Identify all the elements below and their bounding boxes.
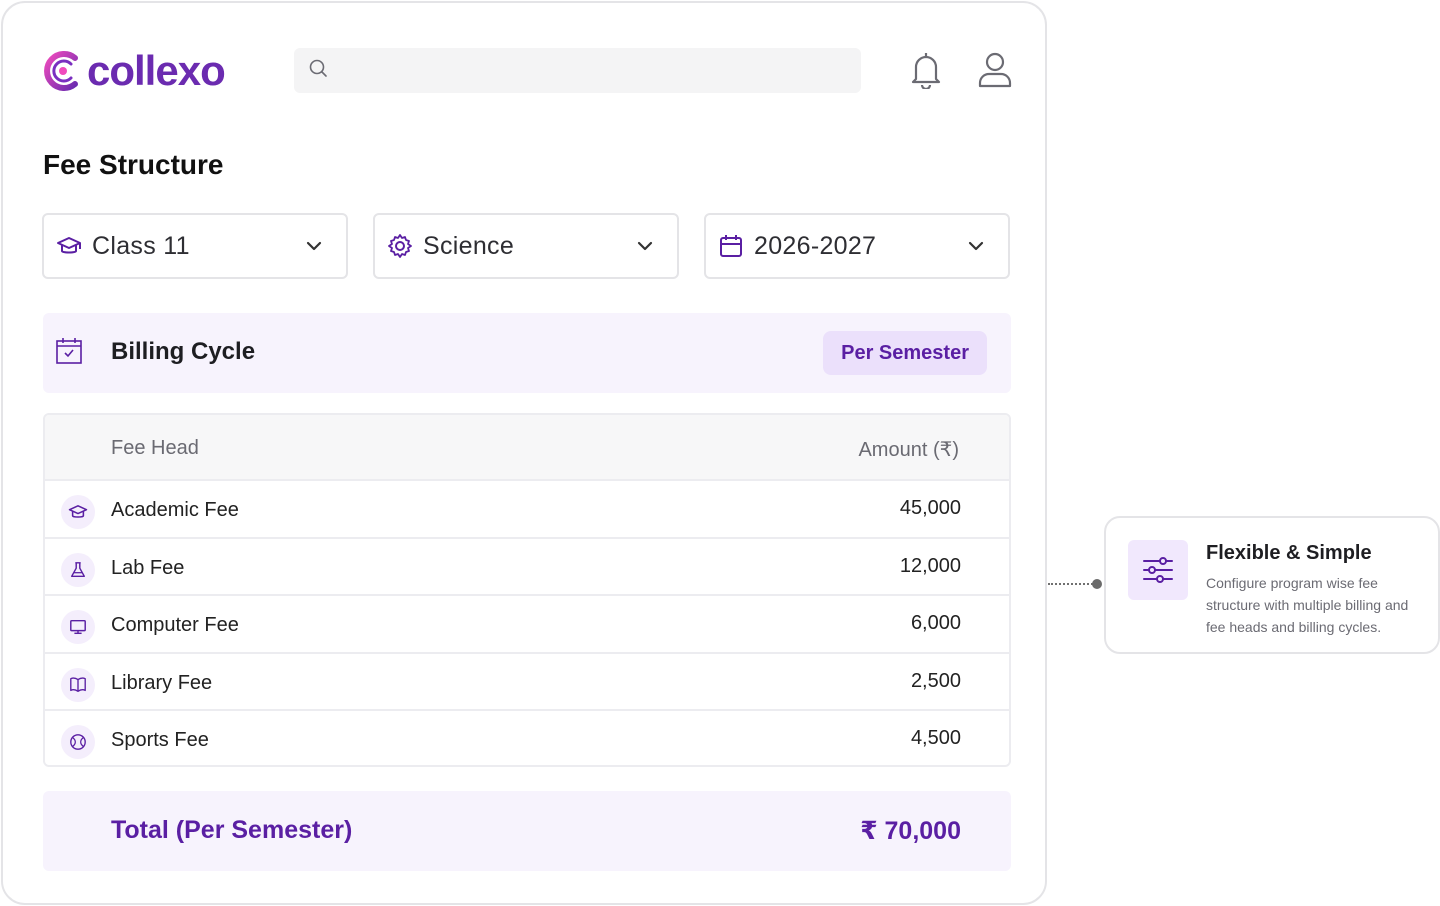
feature-description: Configure program wise fee structure wit… — [1206, 575, 1409, 635]
calendar-icon — [718, 233, 744, 259]
gear-icon — [387, 233, 413, 259]
connector-line — [1048, 583, 1096, 585]
logo-text: collexo — [87, 47, 226, 94]
fee-name: Computer Fee — [111, 614, 239, 636]
page-title: Fee Structure — [43, 149, 224, 180]
stream-select-label: Science — [423, 231, 515, 260]
feature-title: Flexible & Simple — [1206, 542, 1372, 564]
column-header-amount: Amount (₹) — [858, 439, 959, 461]
graduation-cap-icon — [56, 233, 82, 259]
total-label: Total (Per Semester) — [111, 816, 353, 844]
sliders-icon — [1128, 540, 1188, 600]
table-row: Lab Fee 12,000 — [45, 536, 1009, 595]
search-input[interactable] — [336, 48, 861, 93]
monitor-icon — [61, 610, 95, 644]
fee-amount: 2,500 — [910, 669, 961, 692]
total-panel: Total (Per Semester) ₹ 70,000 — [43, 791, 1011, 871]
class-select[interactable]: Class 11 — [42, 213, 348, 279]
column-header-fee-head: Fee Head — [111, 437, 199, 459]
book-icon — [61, 667, 95, 702]
user-profile-icon[interactable] — [975, 49, 1015, 89]
flask-icon — [61, 552, 95, 587]
fee-amount: 6,000 — [910, 612, 961, 634]
logo-mark-icon — [41, 49, 85, 93]
chevron-down-icon — [304, 236, 324, 256]
search-bar[interactable] — [294, 48, 861, 93]
connector-dot — [1092, 579, 1102, 589]
feature-callout-card: Flexible & Simple Configure program wise… — [1104, 516, 1440, 654]
fee-structure-card: collexo Fee Structure Class 11 Science 2… — [1, 1, 1047, 905]
academic-year-select[interactable]: 2026-2027 — [704, 213, 1010, 279]
chevron-down-icon — [635, 236, 655, 256]
fee-name: Lab Fee — [111, 556, 185, 579]
fee-table: Fee Head Amount (₹) Academic Fee 45,000 … — [43, 413, 1011, 767]
fee-amount: 4,500 — [910, 727, 961, 749]
total-value: ₹ 70,000 — [860, 817, 961, 845]
academic-year-select-label: 2026-2027 — [754, 231, 877, 260]
table-row: Library Fee 2,500 — [45, 651, 1009, 710]
calendar-check-icon — [56, 338, 82, 364]
collexo-logo[interactable]: collexo — [41, 47, 226, 94]
table-row: Sports Fee 4,500 — [45, 709, 1009, 765]
fee-amount: 45,000 — [899, 497, 961, 519]
graduation-cap-icon — [61, 495, 95, 529]
notification-bell-icon[interactable] — [906, 49, 946, 91]
fee-name: Sports Fee — [111, 729, 209, 751]
billing-cycle-badge[interactable]: Per Semester — [823, 331, 987, 375]
table-row: Academic Fee 45,000 — [45, 479, 1009, 537]
billing-cycle-panel: Billing Cycle Per Semester — [43, 313, 1011, 393]
table-row: Computer Fee 6,000 — [45, 594, 1009, 652]
fee-name: Library Fee — [111, 671, 213, 694]
fee-table-header: Fee Head Amount (₹) — [45, 415, 1009, 479]
search-icon — [308, 58, 328, 83]
stream-select[interactable]: Science — [373, 213, 679, 279]
fee-amount: 12,000 — [899, 554, 961, 577]
chevron-down-icon — [966, 236, 986, 256]
ball-icon — [61, 725, 95, 759]
class-select-label: Class 11 — [92, 231, 190, 260]
fee-name: Academic Fee — [111, 499, 239, 521]
billing-cycle-title: Billing Cycle — [111, 338, 256, 365]
